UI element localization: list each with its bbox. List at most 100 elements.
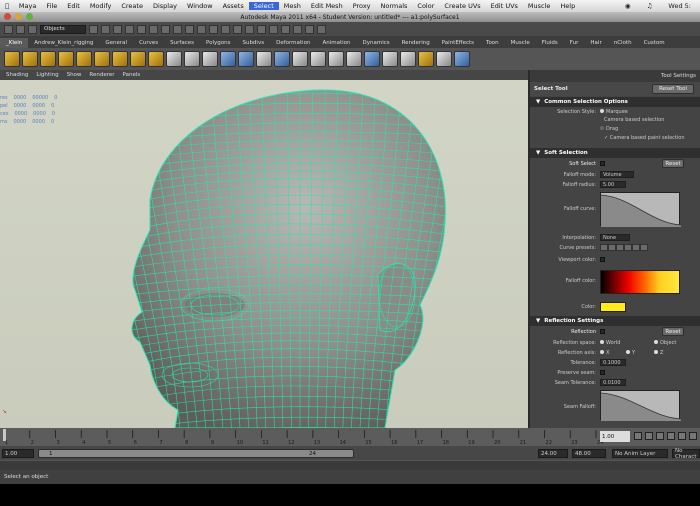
- start-time-field[interactable]: 1.00: [2, 449, 34, 458]
- clock[interactable]: Wed 5:: [663, 2, 696, 10]
- head-mesh[interactable]: [0, 80, 528, 428]
- preset-3-icon[interactable]: [616, 244, 624, 251]
- falloff-curve-graph[interactable]: [600, 192, 682, 227]
- shelf-tab-toon[interactable]: Toon: [480, 38, 505, 48]
- shelf-tool-11-icon[interactable]: [184, 51, 200, 67]
- shelf-tool-1-icon[interactable]: [4, 51, 20, 67]
- new-scene-icon[interactable]: [4, 24, 13, 34]
- panel-menu-panels[interactable]: Panels: [123, 72, 141, 78]
- shelf-tool-14-icon[interactable]: [238, 51, 254, 67]
- max-time-field[interactable]: 48.00: [572, 449, 606, 458]
- falloff-color-ramp[interactable]: [600, 270, 680, 294]
- shelf-tool-8-icon[interactable]: [130, 51, 146, 67]
- render-settings-icon[interactable]: [317, 24, 326, 34]
- menu-edit[interactable]: Edit: [62, 2, 85, 10]
- mask-surface-icon[interactable]: [161, 24, 170, 34]
- shelf-tab-polygons[interactable]: Polygons: [200, 38, 236, 48]
- reflection-checkbox[interactable]: [600, 329, 607, 335]
- current-time-field[interactable]: 1.00: [600, 431, 630, 442]
- shelf-tool-24-icon[interactable]: [418, 51, 434, 67]
- end-time-field[interactable]: 24.00: [538, 449, 568, 458]
- section-soft-selection[interactable]: ▼ Soft Selection: [530, 148, 700, 158]
- shelf-tool-20-icon[interactable]: [346, 51, 362, 67]
- shelf-tool-4-icon[interactable]: [58, 51, 74, 67]
- menu-modify[interactable]: Modify: [85, 2, 117, 10]
- shelf-tool-23-icon[interactable]: [400, 51, 416, 67]
- menu-proxy[interactable]: Proxy: [348, 2, 376, 10]
- panel-menu-shading[interactable]: Shading: [6, 72, 28, 78]
- 3d-viewport[interactable]: res 0000 00000 0 pel 0000 0000 0 ces 0000 0000 0 …: [0, 80, 528, 428]
- shelf-tool-12-icon[interactable]: [202, 51, 218, 67]
- shelf-tab-custom[interactable]: Custom: [638, 38, 671, 48]
- panel-menu-renderer[interactable]: Renderer: [89, 72, 114, 78]
- menu-assets[interactable]: Assets: [218, 2, 249, 10]
- mask-misc-icon[interactable]: [209, 24, 218, 34]
- menu-help[interactable]: Help: [555, 2, 580, 10]
- menu-maya[interactable]: Maya: [14, 2, 41, 10]
- menu-mesh[interactable]: Mesh: [279, 2, 306, 10]
- seam-falloff-graph[interactable]: [600, 390, 682, 421]
- shelf-tool-7-icon[interactable]: [112, 51, 128, 67]
- menu-normals[interactable]: Normals: [376, 2, 413, 10]
- camera-paint-checkbox[interactable]: ✓ Camera based paint selection: [604, 135, 685, 141]
- command-line[interactable]: [0, 460, 700, 470]
- shelf-tab-dynamics[interactable]: Dynamics: [356, 38, 395, 48]
- anim-layer-dropdown[interactable]: No Anim Layer: [612, 449, 668, 458]
- play-back-icon[interactable]: [656, 432, 664, 440]
- reflection-reset-button[interactable]: Reset: [662, 327, 684, 336]
- camera-based-checkbox[interactable]: Camera based selection: [604, 117, 664, 123]
- menu-edit-uvs[interactable]: Edit UVs: [486, 2, 523, 10]
- zoom-window-button[interactable]: [26, 13, 33, 20]
- shelf-tool-15-icon[interactable]: [256, 51, 272, 67]
- viewport-color-checkbox[interactable]: [600, 257, 607, 263]
- shelf-tab-general[interactable]: General: [99, 38, 133, 48]
- volume-icon[interactable]: ♫: [642, 2, 658, 10]
- shelf-tab-rigging[interactable]: Andrew_Klein_rigging: [28, 38, 99, 48]
- save-scene-icon[interactable]: [28, 24, 37, 34]
- shelf-tab-rendering[interactable]: Rendering: [396, 38, 436, 48]
- snap-point-icon[interactable]: [245, 24, 254, 34]
- go-to-end-icon[interactable]: [689, 432, 697, 440]
- shelf-tool-10-icon[interactable]: [166, 51, 182, 67]
- ipr-render-icon[interactable]: [305, 24, 314, 34]
- shelf-tool-16-icon[interactable]: [274, 51, 290, 67]
- mask-handle-icon[interactable]: [125, 24, 134, 34]
- section-common-selection[interactable]: ▼ Common Selection Options: [530, 97, 700, 107]
- menu-muscle[interactable]: Muscle: [523, 2, 556, 10]
- falloff-radius-field[interactable]: 5.00: [600, 181, 626, 188]
- preset-5-icon[interactable]: [632, 244, 640, 251]
- shelf-tool-26-icon[interactable]: [454, 51, 470, 67]
- open-scene-icon[interactable]: [16, 24, 25, 34]
- menu-window[interactable]: Window: [182, 2, 218, 10]
- go-to-start-icon[interactable]: [634, 432, 642, 440]
- shelf-tool-22-icon[interactable]: [382, 51, 398, 67]
- menu-create[interactable]: Create: [116, 2, 148, 10]
- world-radio[interactable]: World: [600, 340, 620, 346]
- mask-render-icon[interactable]: [197, 24, 206, 34]
- live-surface-icon[interactable]: [269, 24, 278, 34]
- shelf-tool-5-icon[interactable]: [76, 51, 92, 67]
- menu-file[interactable]: File: [41, 2, 62, 10]
- preset-2-icon[interactable]: [608, 244, 616, 251]
- marquee-radio[interactable]: Marquee: [600, 109, 628, 115]
- preset-6-icon[interactable]: [640, 244, 648, 251]
- panel-menu-show[interactable]: Show: [67, 72, 82, 78]
- shelf-tool-6-icon[interactable]: [94, 51, 110, 67]
- shelf-tab-fur[interactable]: Fur: [564, 38, 585, 48]
- shelf-tab-klein[interactable]: _Klein: [0, 38, 29, 48]
- mask-dynamic-icon[interactable]: [185, 24, 194, 34]
- apple-icon[interactable]: : [0, 2, 14, 10]
- snap-curve-icon[interactable]: [233, 24, 242, 34]
- shelf-tab-subdivs[interactable]: Subdivs: [236, 38, 270, 48]
- object-radio[interactable]: Object: [654, 340, 676, 346]
- shelf-tab-hair[interactable]: Hair: [584, 38, 607, 48]
- shelf-tab-animation[interactable]: Animation: [316, 38, 356, 48]
- axis-z-radio[interactable]: Z: [654, 350, 663, 356]
- time-slider[interactable]: 1 2 3 4 5 6 7 8 9 10 11 12 13 14 15 16 17 18 19 20 21 22 23 24: [0, 428, 700, 446]
- snap-grid-icon[interactable]: [221, 24, 230, 34]
- soft-select-checkbox[interactable]: [600, 161, 607, 167]
- preserve-seam-checkbox[interactable]: [600, 370, 607, 376]
- close-window-button[interactable]: [4, 13, 11, 20]
- interpolation-dropdown[interactable]: None: [600, 234, 630, 241]
- shelf-tool-19-icon[interactable]: [328, 51, 344, 67]
